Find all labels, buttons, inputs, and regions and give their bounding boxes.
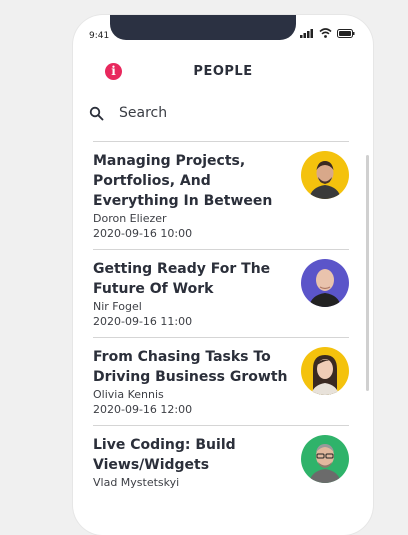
avatar [301, 347, 349, 395]
avatar [301, 259, 349, 307]
status-time: 9:41 [89, 31, 110, 41]
status-icons [300, 28, 355, 38]
list-item[interactable]: From Chasing Tasks To Driving Business G… [93, 337, 349, 425]
item-person: Doron Eliezer [93, 212, 167, 225]
item-datetime: 2020-09-16 12:00 [93, 403, 193, 416]
avatar [301, 151, 349, 199]
signal-icon [300, 28, 313, 38]
avatar [301, 435, 349, 483]
list-item[interactable]: Live Coding: Build Views/Widgets Vlad My… [93, 425, 349, 498]
item-title: From Chasing Tasks To Driving Business G… [93, 349, 288, 385]
search-icon [89, 106, 104, 121]
battery-icon [337, 28, 355, 38]
item-title: Managing Projects, Portfolios, And Every… [93, 153, 273, 209]
item-title: Live Coding: Build Views/Widgets [93, 437, 236, 473]
list-item[interactable]: Getting Ready For The Future Of Work Nir… [93, 249, 349, 337]
wifi-icon [319, 28, 332, 38]
page-title: PEOPLE [193, 64, 253, 79]
item-datetime: 2020-09-16 11:00 [93, 315, 193, 328]
search-input[interactable]: Search [119, 105, 167, 121]
scrollbar[interactable] [366, 155, 369, 391]
item-title: Getting Ready For The Future Of Work [93, 261, 271, 297]
people-list: Managing Projects, Portfolios, And Every… [93, 141, 349, 498]
search-bar[interactable]: Search [89, 101, 357, 125]
phone-frame: 9:41 i PEOPLE Search Managing Projects, … [73, 15, 373, 535]
notch [110, 15, 296, 40]
list-item[interactable]: Managing Projects, Portfolios, And Every… [93, 141, 349, 249]
item-datetime: 2020-09-16 10:00 [93, 227, 193, 240]
header: i PEOPLE [73, 57, 373, 87]
